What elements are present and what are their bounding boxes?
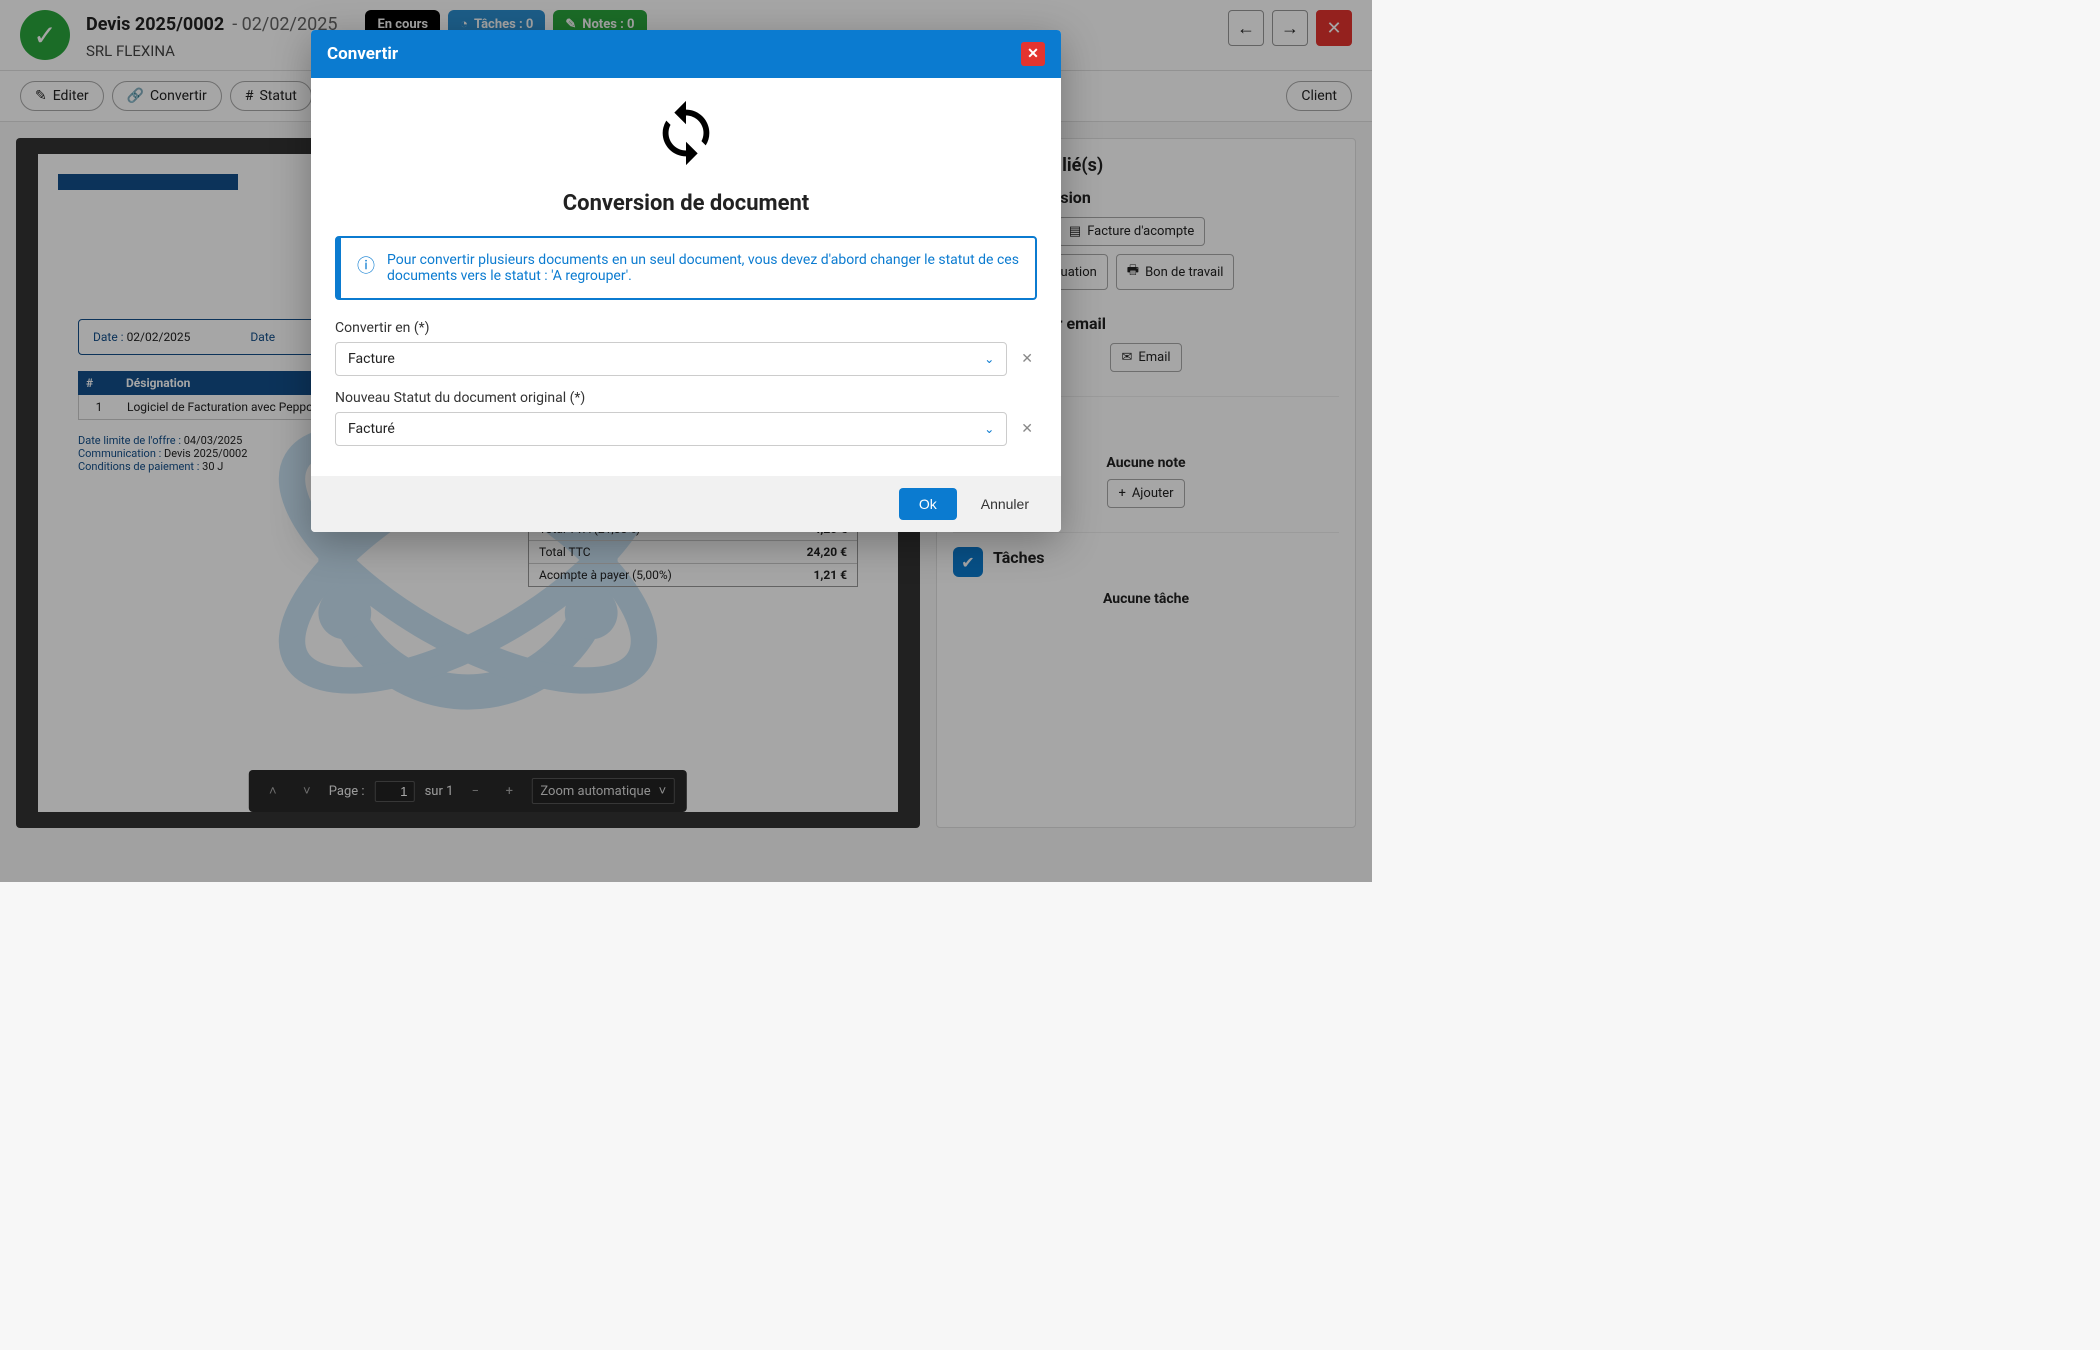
- chevron-down-icon: ⌄: [984, 422, 994, 436]
- modal-title: Convertir: [327, 44, 398, 64]
- ok-button[interactable]: Ok: [899, 488, 957, 520]
- clear-convert-to-button[interactable]: ✕: [1017, 351, 1037, 367]
- cancel-button[interactable]: Annuler: [969, 488, 1041, 520]
- refresh-icon: [335, 98, 1037, 183]
- info-icon: ⓘ: [357, 252, 375, 284]
- chevron-down-icon: ⌄: [984, 352, 994, 366]
- modal-hero-title: Conversion de document: [335, 191, 1037, 216]
- info-box: ⓘ Pour convertir plusieurs documents en …: [335, 236, 1037, 300]
- modal-close-button[interactable]: ✕: [1021, 42, 1045, 66]
- convert-to-select[interactable]: Facture ⌄: [335, 342, 1007, 376]
- clear-new-status-button[interactable]: ✕: [1017, 421, 1037, 437]
- new-status-select[interactable]: Facturé ⌄: [335, 412, 1007, 446]
- new-status-label: Nouveau Statut du document original (*): [335, 390, 1037, 406]
- convert-modal: Convertir ✕ Conversion de document ⓘ Pou…: [311, 30, 1061, 532]
- convert-to-label: Convertir en (*): [335, 320, 1037, 336]
